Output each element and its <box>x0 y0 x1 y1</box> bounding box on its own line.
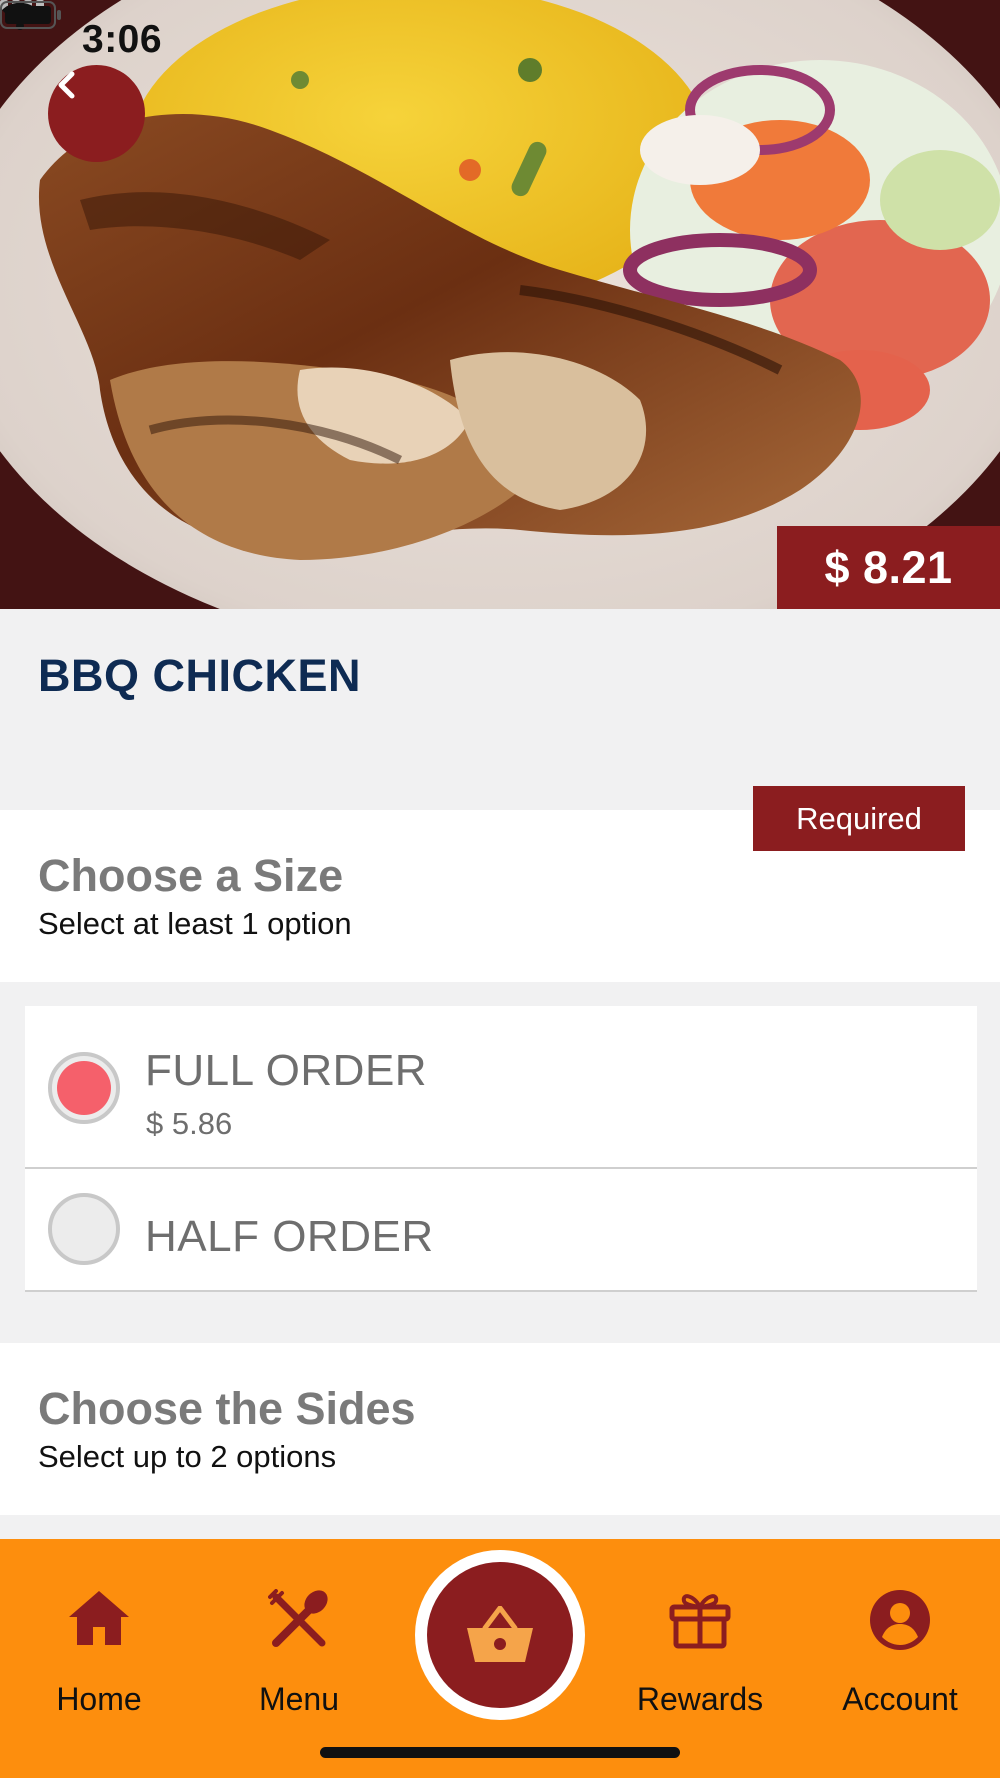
product-title: BBQ CHICKEN <box>38 650 362 701</box>
radio-button-selected[interactable] <box>48 1052 120 1124</box>
account-icon <box>870 1590 930 1650</box>
battery-icon <box>0 1 61 29</box>
product-image: 3:06 $ 8.21 <box>0 0 1000 609</box>
size-options-list: FULL ORDER $ 5.86 HALF ORDER <box>25 1006 977 1292</box>
option-label: HALF ORDER <box>145 1212 434 1261</box>
home-indicator <box>320 1747 680 1758</box>
size-section-heading: Choose a Size <box>38 850 344 901</box>
tab-rewards[interactable]: Rewards <box>620 1539 780 1729</box>
tab-label: Rewards <box>636 1681 764 1717</box>
tab-account[interactable]: Account <box>820 1539 980 1729</box>
tab-label: Home <box>56 1681 142 1717</box>
option-divider <box>25 1290 977 1292</box>
cart-button-inner <box>427 1562 573 1708</box>
option-label: FULL ORDER <box>145 1046 428 1095</box>
gift-icon <box>669 1594 731 1649</box>
product-detail-screen: 3:06 $ 8.21 BBQ CHICKEN Choose a Size Se… <box>0 0 1000 1778</box>
sides-section-heading: Choose the Sides <box>38 1383 416 1434</box>
back-button[interactable] <box>48 65 145 162</box>
chevron-left-icon <box>58 71 75 99</box>
home-icon <box>69 1591 129 1645</box>
product-price: $ 8.21 <box>824 541 953 593</box>
tab-label: Menu <box>258 1681 340 1717</box>
size-option-full-order[interactable]: FULL ORDER $ 5.86 <box>25 1006 977 1169</box>
tab-home[interactable]: Home <box>19 1539 179 1729</box>
radio-button[interactable] <box>48 1193 120 1265</box>
size-section-subtitle: Select at least 1 option <box>38 906 352 941</box>
utensils-icon <box>268 1589 328 1647</box>
option-price: $ 5.86 <box>146 1106 233 1141</box>
tab-label: Account <box>842 1681 958 1717</box>
required-badge: Required <box>753 786 965 851</box>
size-option-half-order[interactable]: HALF ORDER <box>25 1169 977 1292</box>
basket-icon <box>467 1606 533 1662</box>
status-bar: 3:06 <box>0 0 1000 80</box>
food-photo <box>0 0 1000 609</box>
status-time: 3:06 <box>82 18 163 61</box>
sides-section-header: Choose the Sides Select up to 2 options <box>0 1343 1000 1515</box>
radio-selected-dot <box>57 1061 111 1115</box>
sides-section-subtitle: Select up to 2 options <box>38 1439 337 1474</box>
tab-menu[interactable]: Menu <box>219 1539 379 1729</box>
cart-button[interactable] <box>415 1550 585 1720</box>
price-badge: $ 8.21 <box>777 526 1000 609</box>
